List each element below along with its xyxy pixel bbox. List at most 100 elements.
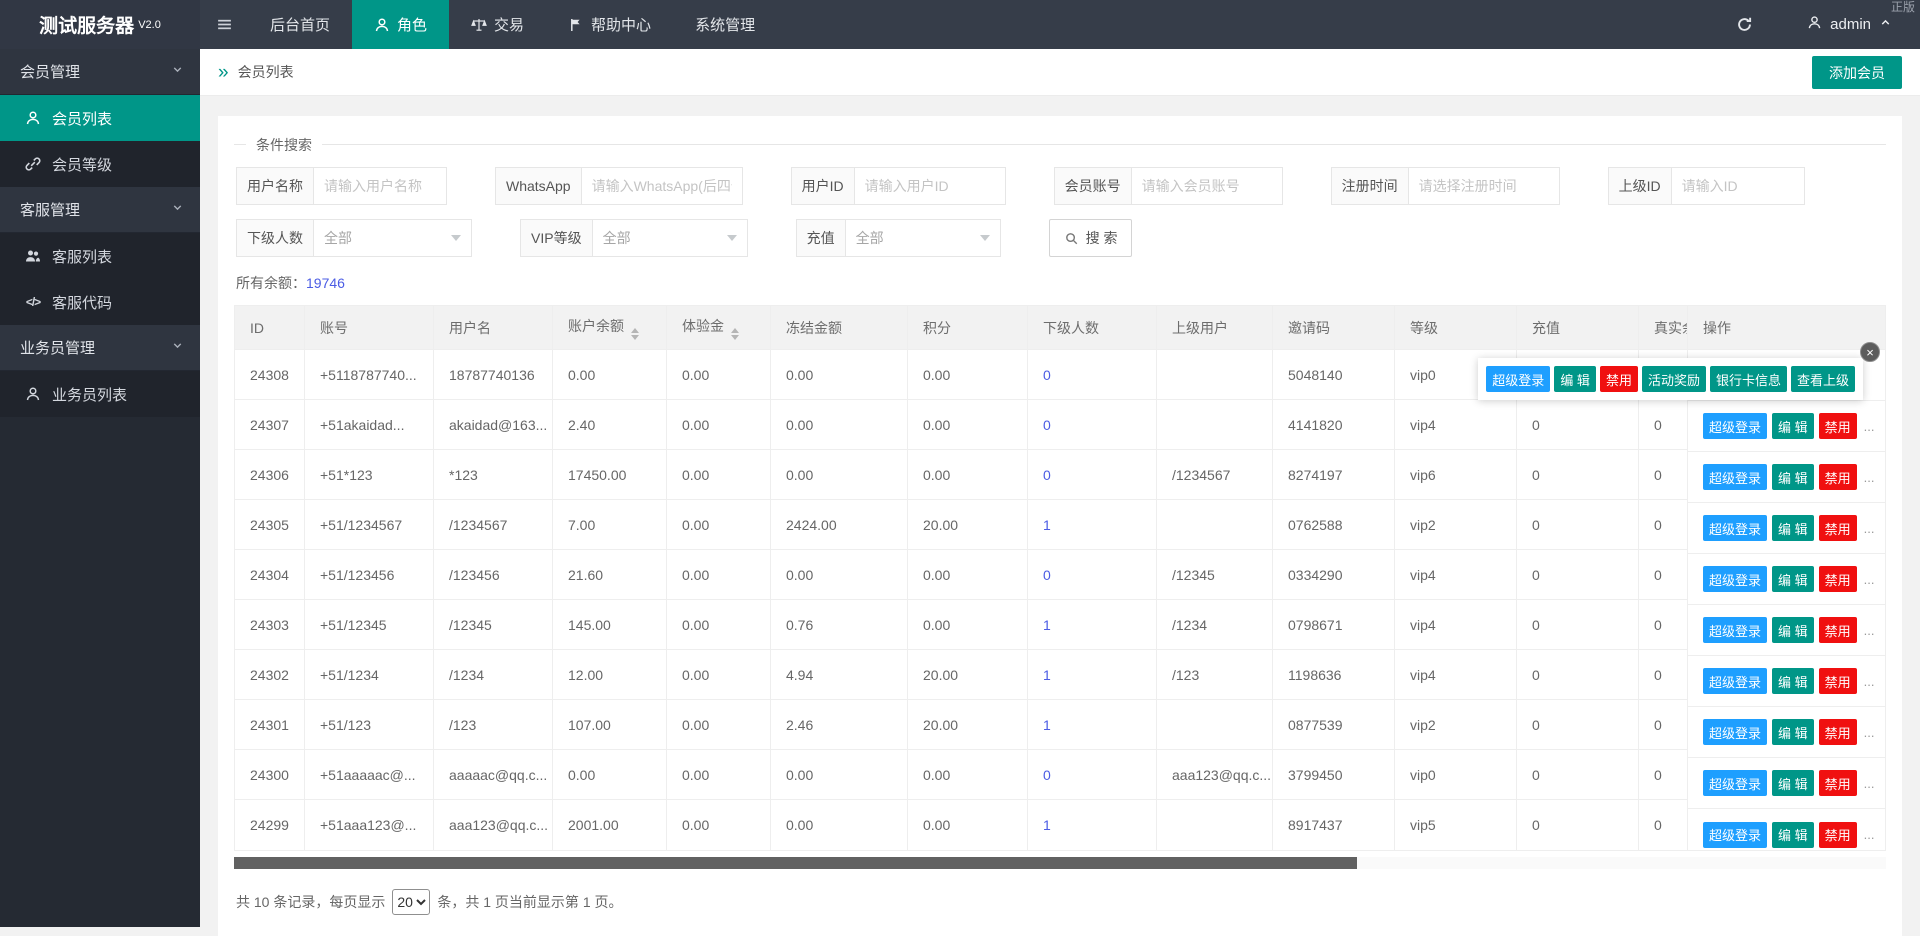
subordinates-link[interactable]: 1 xyxy=(1043,517,1051,533)
popup-action-button-5[interactable]: 银行卡信息 xyxy=(1710,366,1787,392)
edit-button[interactable]: 编 辑 xyxy=(1772,566,1814,592)
search-field-input[interactable] xyxy=(1672,168,1804,204)
cell-invite: 3799450 xyxy=(1273,750,1395,800)
disable-button[interactable]: 禁用 xyxy=(1819,822,1857,848)
cell-username: /123456 xyxy=(434,550,553,600)
edit-button[interactable]: 编 辑 xyxy=(1772,719,1814,745)
disable-button[interactable]: 禁用 xyxy=(1819,515,1857,541)
disable-button[interactable]: 禁用 xyxy=(1819,413,1857,439)
subordinates-link[interactable]: 0 xyxy=(1043,567,1051,583)
edit-button[interactable]: 编 辑 xyxy=(1772,770,1814,796)
more-actions-button[interactable]: ... xyxy=(1864,674,1875,689)
sidebar-item-2[interactable]: 会员列表 xyxy=(0,95,200,141)
add-member-button[interactable]: 添加会员 xyxy=(1812,56,1902,89)
search-field-input[interactable] xyxy=(314,168,446,204)
disable-button[interactable]: 禁用 xyxy=(1819,464,1857,490)
search-legend: 条件搜索 xyxy=(246,135,322,155)
subordinates-link[interactable]: 1 xyxy=(1043,817,1051,833)
search-field-input[interactable] xyxy=(1409,168,1559,204)
popup-action-button-6[interactable]: 查看上级 xyxy=(1791,366,1855,392)
cell-points: 0.00 xyxy=(908,600,1028,650)
cell-parent: /123 xyxy=(1157,650,1273,700)
more-actions-button[interactable]: ... xyxy=(1864,827,1875,842)
super-login-button[interactable]: 超级登录 xyxy=(1703,668,1767,694)
sort-icon[interactable] xyxy=(731,328,739,340)
subordinates-link[interactable]: 0 xyxy=(1043,467,1051,483)
more-actions-button[interactable]: ... xyxy=(1864,776,1875,791)
sidebar-group-1[interactable]: 会员管理 xyxy=(0,49,200,95)
subordinates-link[interactable]: 0 xyxy=(1043,767,1051,783)
edit-button[interactable]: 编 辑 xyxy=(1772,668,1814,694)
subordinates-link[interactable]: 0 xyxy=(1043,417,1051,433)
super-login-button[interactable]: 超级登录 xyxy=(1703,617,1767,643)
search-field-input[interactable] xyxy=(855,168,1005,204)
edit-button[interactable]: 编 辑 xyxy=(1772,822,1814,848)
disable-button[interactable]: 禁用 xyxy=(1819,719,1857,745)
refresh-icon[interactable] xyxy=(1715,0,1773,49)
more-actions-button[interactable]: ... xyxy=(1864,725,1875,740)
disable-button[interactable]: 禁用 xyxy=(1819,617,1857,643)
super-login-button[interactable]: 超级登录 xyxy=(1703,822,1767,848)
sidebar-item-6[interactable]: </>客服代码 xyxy=(0,279,200,325)
sort-icon[interactable] xyxy=(631,328,639,340)
subordinates-link[interactable]: 0 xyxy=(1043,367,1051,383)
sort-asc-icon[interactable] xyxy=(631,328,639,333)
sidebar-item-8[interactable]: 业务员列表 xyxy=(0,371,200,417)
edit-button[interactable]: 编 辑 xyxy=(1772,413,1814,439)
close-icon[interactable]: × xyxy=(1860,342,1880,362)
subordinates-link[interactable]: 1 xyxy=(1043,667,1051,683)
topnav-item-2[interactable]: 角色 xyxy=(352,0,449,49)
sidebar-group-4[interactable]: 客服管理 xyxy=(0,187,200,233)
popup-action-button-1[interactable]: 超级登录 xyxy=(1486,366,1550,392)
sidebar-item-5[interactable]: 客服列表 xyxy=(0,233,200,279)
super-login-button[interactable]: 超级登录 xyxy=(1703,719,1767,745)
subordinates-link[interactable]: 1 xyxy=(1043,717,1051,733)
cell-id: 24304 xyxy=(235,550,305,600)
topnav-item-4[interactable]: 帮助中心 xyxy=(546,0,673,49)
super-login-button[interactable]: 超级登录 xyxy=(1703,515,1767,541)
cell-invite: 0798671 xyxy=(1273,600,1395,650)
total-balance-value[interactable]: 19746 xyxy=(306,275,345,291)
search-button[interactable]: 搜 索 xyxy=(1049,219,1133,257)
page-size-select[interactable]: 20 xyxy=(392,889,430,915)
disable-button[interactable]: 禁用 xyxy=(1819,770,1857,796)
popup-action-button-2[interactable]: 编 辑 xyxy=(1554,366,1596,392)
search-selects: 下级人数全部VIP等级全部充值全部 xyxy=(236,219,1049,257)
edit-button[interactable]: 编 辑 xyxy=(1772,464,1814,490)
sidebar-item-3[interactable]: 会员等级 xyxy=(0,141,200,187)
disable-button[interactable]: 禁用 xyxy=(1819,566,1857,592)
subordinates-link[interactable]: 1 xyxy=(1043,617,1051,633)
more-actions-button[interactable]: ... xyxy=(1864,572,1875,587)
popup-action-button-4[interactable]: 活动奖励 xyxy=(1642,366,1706,392)
hamburger-menu-icon[interactable] xyxy=(200,0,248,49)
search-select-dropdown[interactable]: 全部 xyxy=(593,220,747,256)
edit-button[interactable]: 编 辑 xyxy=(1772,617,1814,643)
search-select-dropdown[interactable]: 全部 xyxy=(314,220,471,256)
cell-account: +51/1234 xyxy=(305,650,434,700)
search-select-dropdown[interactable]: 全部 xyxy=(846,220,1000,256)
popup-action-button-3[interactable]: 禁用 xyxy=(1600,366,1638,392)
more-actions-button[interactable]: ... xyxy=(1864,521,1875,536)
horizontal-scrollbar-thumb[interactable] xyxy=(234,857,1357,869)
search-field-input[interactable] xyxy=(582,168,742,204)
super-login-button[interactable]: 超级登录 xyxy=(1703,566,1767,592)
topnav-item-3[interactable]: 交易 xyxy=(449,0,546,49)
super-login-button[interactable]: 超级登录 xyxy=(1703,413,1767,439)
sort-asc-icon[interactable] xyxy=(731,328,739,333)
sidebar-group-7[interactable]: 业务员管理 xyxy=(0,325,200,371)
search-field-input[interactable] xyxy=(1132,168,1282,204)
super-login-button[interactable]: 超级登录 xyxy=(1703,464,1767,490)
column-header-balance[interactable]: 账户余额 xyxy=(553,306,667,350)
topnav-item-5[interactable]: 系统管理 xyxy=(673,0,777,49)
sort-desc-icon[interactable] xyxy=(731,335,739,340)
edit-button[interactable]: 编 辑 xyxy=(1772,515,1814,541)
more-actions-button[interactable]: ... xyxy=(1864,419,1875,434)
super-login-button[interactable]: 超级登录 xyxy=(1703,770,1767,796)
column-header-label: 下级人数 xyxy=(1043,320,1099,336)
more-actions-button[interactable]: ... xyxy=(1864,470,1875,485)
disable-button[interactable]: 禁用 xyxy=(1819,668,1857,694)
topnav-item-1[interactable]: 后台首页 xyxy=(248,0,352,49)
sort-desc-icon[interactable] xyxy=(631,335,639,340)
column-header-trial[interactable]: 体验金 xyxy=(667,306,771,350)
more-actions-button[interactable]: ... xyxy=(1864,623,1875,638)
